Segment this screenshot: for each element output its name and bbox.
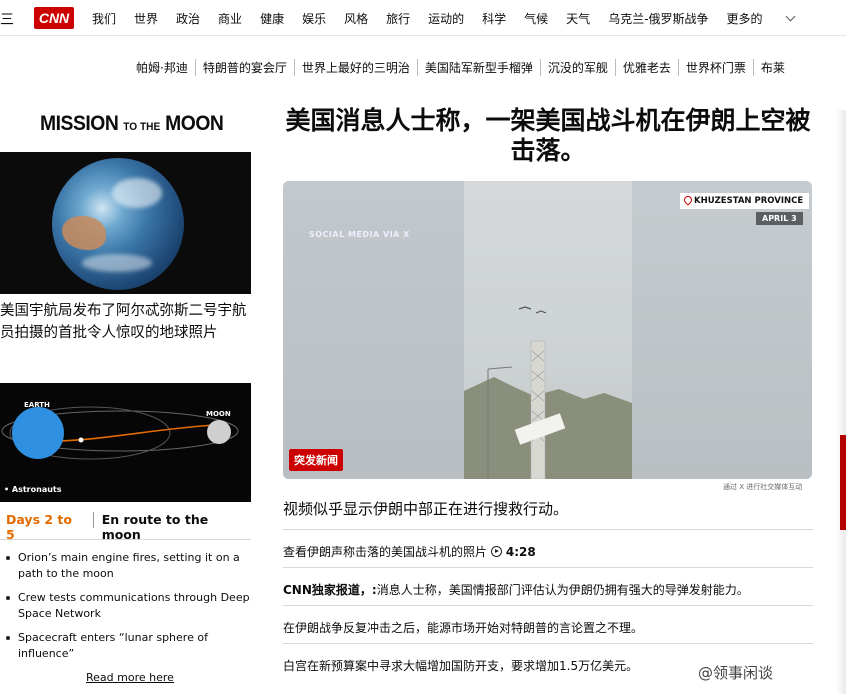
video-frame xyxy=(464,181,632,479)
story-link[interactable]: 查看伊朗声称击落的美国战斗机的照片 4:28 xyxy=(283,529,813,560)
nav-item[interactable]: 政治 xyxy=(176,10,200,27)
nav-item[interactable]: 健康 xyxy=(260,10,284,27)
location-badge: KHUZESTAN PROVINCE xyxy=(680,193,810,209)
list-item: Spacecraft enters “lunar sphere of influ… xyxy=(0,630,251,662)
watermark: @领事闲谈 xyxy=(698,664,774,682)
nav-item[interactable]: 风格 xyxy=(344,10,368,27)
trending-link[interactable]: 优雅老去 xyxy=(614,59,678,76)
days-title: En route to the moon xyxy=(101,512,209,542)
right-edge-ad xyxy=(836,110,846,694)
nav-item[interactable]: 科学 xyxy=(482,10,506,27)
trajectory-diagram: EARTH MOON • Astronauts xyxy=(1,401,239,494)
nav-item[interactable]: 运动的 xyxy=(428,10,464,27)
video-credit: 通过 X 进行社交媒体互动 xyxy=(723,483,803,491)
nav-item[interactable]: 我们 xyxy=(92,10,116,27)
moon-circle xyxy=(207,420,231,444)
nav-item[interactable]: 世界 xyxy=(134,10,158,27)
read-more-link[interactable]: Read more here xyxy=(86,671,174,684)
nav-menu: 我们 世界 政治 商业 健康 娱乐 风格 旅行 运动的 科学 气候 天气 乌克兰-俄罗斯战争 更多的 xyxy=(92,10,812,27)
social-media-tag: SOCIAL MEDIA VIA X xyxy=(309,230,410,239)
trending-link[interactable]: 特朗普的宴会厅 xyxy=(194,59,294,76)
trending-bar: 帕姆·邦迪 特朗普的宴会厅 世界上最好的三明治 美国陆军新型手榴弹 沉没的军舰 优雅老去世… xyxy=(136,59,792,76)
svg-text:CNN: CNN xyxy=(39,10,70,26)
cnn-logo[interactable]: CNN xyxy=(34,7,74,29)
story-link[interactable]: 在伊朗战争反复冲击之后，能源市场开始对特朗普的言论置之不理。 xyxy=(283,605,813,636)
nav-item[interactable]: 商业 xyxy=(218,10,242,27)
trending-link[interactable]: 世界杯门票 xyxy=(677,59,753,76)
nav-item[interactable]: 旅行 xyxy=(386,10,410,27)
nav-more-button[interactable]: 更多的 xyxy=(727,10,795,27)
main-headline[interactable]: 美国消息人士称，一架美国战斗机在伊朗上空被击落。 xyxy=(283,106,813,166)
trending-link[interactable]: 世界上最好的三明治 xyxy=(293,59,417,76)
top-navigation: 三 CNN 我们 世界 政治 商业 健康 娱乐 风格 旅行 运动的 科学 气候 天气 乌克兰-俄罗斯战争… xyxy=(0,0,846,36)
mission-bullet-list: Orion’s main engine fires, setting it on… xyxy=(0,550,251,670)
astronauts-label: • Astronauts xyxy=(4,485,62,494)
nav-item[interactable]: 天气 xyxy=(566,10,590,27)
story-link[interactable]: CNN独家报道，:消息人士称，美国情报部门评估认为伊朗仍拥有强大的导弹发射能力。 xyxy=(283,567,813,598)
nav-item[interactable]: 娱乐 xyxy=(302,10,326,27)
earth-circle xyxy=(12,407,64,459)
list-item: Crew tests communications through Deep S… xyxy=(0,590,251,622)
video-subhead[interactable]: 视频似乎显示伊朗中部正在进行搜救行动。 xyxy=(283,498,568,519)
earth-photo-caption[interactable]: 美国宇航局发布了阿尔忒弥斯二号宇航员拍摄的首批令人惊叹的地球照片 xyxy=(0,300,250,344)
trending-link[interactable]: 帕姆·邦迪 xyxy=(136,59,195,76)
moon-label: MOON xyxy=(206,410,231,418)
list-item: Orion’s main engine fires, setting it on… xyxy=(0,550,251,582)
trending-link[interactable]: 美国陆军新型手榴弹 xyxy=(416,59,540,76)
earth-label: EARTH xyxy=(24,401,50,409)
hamburger-icon[interactable]: 三 xyxy=(0,9,14,29)
chevron-down-icon xyxy=(785,11,795,22)
trending-link[interactable]: 布莱 xyxy=(752,59,792,76)
days-label: Days 2 to 5 xyxy=(6,512,72,542)
date-badge: APRIL 3 xyxy=(756,212,803,225)
mission-to-the-moon-logo[interactable]: MISSION TO THE MOON xyxy=(40,112,224,136)
video-player[interactable]: SOCIAL MEDIA VIA X KHUZESTAN PROVINCE AP… xyxy=(283,181,812,479)
nav-item[interactable]: 乌克兰-俄罗斯战争 xyxy=(608,10,708,27)
astronaut-marker xyxy=(78,437,84,443)
trajectory-graphic[interactable]: EARTH MOON • Astronauts xyxy=(0,383,251,502)
video-duration: 4:28 xyxy=(505,545,536,559)
nav-item[interactable]: 气候 xyxy=(524,10,548,27)
mission-day-header: Days 2 to 5 En route to the moon xyxy=(0,512,251,542)
trending-link[interactable]: 沉没的军舰 xyxy=(539,59,615,76)
earth-photo[interactable] xyxy=(0,152,251,294)
play-icon xyxy=(491,546,503,557)
earth-globe-image xyxy=(52,158,184,290)
breaking-news-badge: 突发新闻 xyxy=(289,449,343,471)
